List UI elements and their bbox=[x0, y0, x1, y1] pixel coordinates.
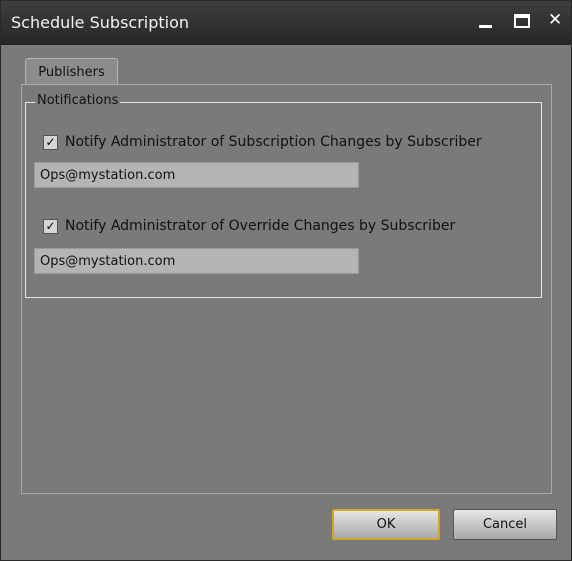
schedule-subscription-dialog: Schedule Subscription ✕ Publishers Notif… bbox=[0, 0, 572, 561]
notifications-group-title: Notifications bbox=[35, 93, 121, 108]
tab-publishers-label: Publishers bbox=[38, 64, 105, 80]
close-icon: ✕ bbox=[548, 10, 563, 30]
ok-button-label: OK bbox=[376, 517, 396, 532]
window-title: Schedule Subscription bbox=[11, 13, 190, 32]
notify-subscription-changes-checkbox-row[interactable]: ✓ Notify Administrator of Subscription C… bbox=[43, 134, 482, 150]
title-bar[interactable]: Schedule Subscription ✕ bbox=[1, 1, 571, 45]
tab-publishers[interactable]: Publishers bbox=[25, 58, 118, 85]
cancel-button-label: Cancel bbox=[482, 517, 528, 532]
notify-override-changes-checkbox[interactable]: ✓ bbox=[43, 218, 58, 234]
maximize-button[interactable] bbox=[514, 11, 530, 28]
notify-override-changes-label: Notify Administrator of Override Changes… bbox=[65, 218, 456, 234]
checkmark-icon: ✓ bbox=[45, 135, 56, 149]
notify-override-changes-checkbox-row[interactable]: ✓ Notify Administrator of Override Chang… bbox=[43, 218, 455, 234]
ok-button[interactable]: OK bbox=[332, 509, 440, 540]
cancel-button[interactable]: Cancel bbox=[453, 509, 557, 540]
publishers-tab-panel: Notifications ✓ Notify Administrator of … bbox=[21, 84, 552, 494]
notify-subscription-changes-label: Notify Administrator of Subscription Cha… bbox=[65, 134, 482, 150]
notify-subscription-changes-checkbox[interactable]: ✓ bbox=[43, 134, 58, 150]
notifications-group: Notifications ✓ Notify Administrator of … bbox=[25, 93, 542, 298]
minimize-icon bbox=[479, 25, 492, 28]
subscription-email-field[interactable] bbox=[34, 162, 359, 188]
minimize-button[interactable] bbox=[479, 14, 492, 28]
close-button[interactable]: ✕ bbox=[548, 10, 562, 30]
override-email-field[interactable] bbox=[34, 248, 359, 274]
checkmark-icon: ✓ bbox=[45, 219, 56, 233]
maximize-icon bbox=[514, 14, 530, 28]
